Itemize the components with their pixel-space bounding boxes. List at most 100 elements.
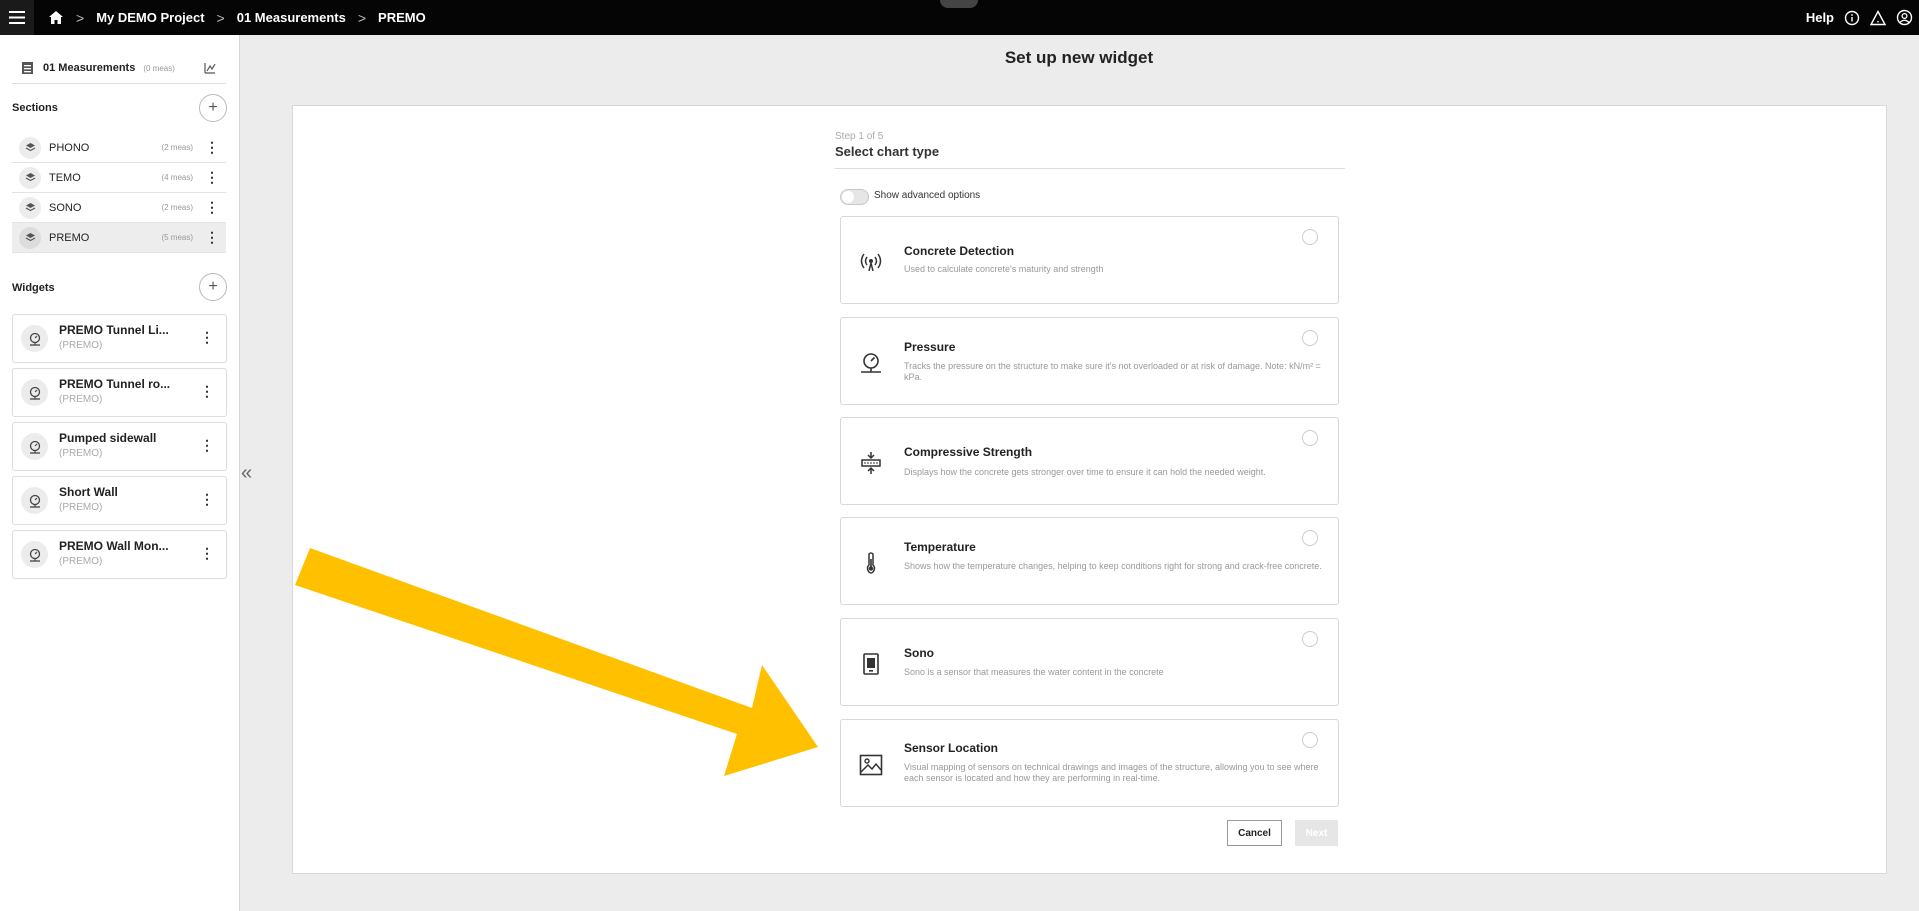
chart-edit-icon[interactable] [204,62,216,74]
breadcrumb-measurements[interactable]: 01 Measurements [237,10,346,25]
option-radio[interactable] [1302,631,1318,647]
widget-subtitle: (PREMO) [59,502,103,513]
breadcrumb-separator: > [357,9,367,26]
cancel-button[interactable]: Cancel [1227,820,1282,846]
layers-icon [19,196,41,219]
widget-subtitle: (PREMO) [59,340,103,351]
thermometer-icon [859,551,883,575]
widget-item[interactable]: PREMO Tunnel Li... (PREMO) ⋮ [12,314,227,363]
breadcrumb-separator: > [76,9,85,26]
option-radio[interactable] [1302,530,1318,546]
section-item-phono[interactable]: PHONO (2 meas) ⋮ [12,133,226,163]
sections-heading: Sections [12,102,58,114]
add-section-button[interactable]: + [199,94,227,122]
widget-item[interactable]: Pumped sidewall (PREMO) ⋮ [12,422,227,471]
widget-title: Pumped sidewall [59,431,157,445]
layers-icon [19,136,41,159]
more-options-icon[interactable]: ⋮ [200,329,214,346]
widget-title: PREMO Wall Mon... [59,539,169,553]
more-options-icon[interactable]: ⋮ [205,229,219,246]
option-title: Sono [904,646,934,660]
user-icon[interactable] [1896,9,1913,26]
section-name: SONO [49,201,82,214]
chart-type-option-pressure[interactable]: Pressure Tracks the pressure on the stru… [840,317,1339,405]
chart-type-option-compressive-strength[interactable]: Compressive Strength Displays how the co… [840,417,1339,505]
pressure-gauge-icon [859,351,883,375]
section-name: TEMO [49,171,81,184]
section-item-temo[interactable]: TEMO (4 meas) ⋮ [12,163,226,193]
layers-icon [19,166,41,189]
signal-icon [859,250,883,274]
widget-item[interactable]: PREMO Wall Mon... (PREMO) ⋮ [12,530,227,579]
widget-item[interactable]: PREMO Tunnel ro... (PREMO) ⋮ [12,368,227,417]
measurement-group-row[interactable]: 01 Measurements (0 meas) [12,53,226,84]
sono-sensor-icon [859,652,883,676]
widgets-heading: Widgets [12,282,55,294]
option-description: Tracks the pressure on the structure to … [904,361,1321,382]
option-title: Pressure [904,340,956,354]
section-count: (5 meas) [161,233,193,242]
window-notch [940,0,978,8]
menu-icon[interactable] [0,0,34,35]
widget-item[interactable]: Short Wall (PREMO) ⋮ [12,476,227,525]
topbar-actions: Help [1806,0,1913,35]
option-title: Temperature [904,540,976,554]
more-options-icon[interactable]: ⋮ [200,545,214,562]
image-icon [859,753,883,777]
section-count: (4 meas) [161,173,193,182]
alert-icon[interactable] [1870,9,1886,26]
widget-subtitle: (PREMO) [59,448,103,459]
option-description: Displays how the concrete gets stronger … [904,467,1266,477]
option-radio[interactable] [1302,330,1318,346]
breadcrumb-separator: > [216,9,225,26]
breadcrumb-project[interactable]: My DEMO Project [96,10,204,25]
option-radio[interactable] [1302,430,1318,446]
pressure-gauge-icon [21,541,48,568]
widget-title: PREMO Tunnel Li... [59,323,169,337]
section-name: PHONO [49,141,90,154]
more-options-icon[interactable]: ⋮ [205,139,219,156]
section-count: (2 meas) [161,203,193,212]
measurement-group-name: 01 Measurements [43,62,136,74]
section-count: (2 meas) [161,143,193,152]
add-widget-button[interactable]: + [199,273,227,301]
table-icon [22,62,33,74]
collapse-sidebar-icon[interactable]: « [241,462,252,485]
more-options-icon[interactable]: ⋮ [205,169,219,186]
section-name: PREMO [49,231,90,244]
more-options-icon[interactable]: ⋮ [200,491,214,508]
option-radio[interactable] [1302,732,1318,748]
breadcrumb: > My DEMO Project > 01 Measurements > PR… [40,10,426,26]
option-description: Shows how the temperature changes, helpi… [904,561,1322,571]
more-options-icon[interactable]: ⋮ [200,383,214,400]
pressure-gauge-icon [21,379,48,406]
option-title: Sensor Location [904,741,999,755]
page-title: Set up new widget [1004,48,1154,67]
widget-subtitle: (PREMO) [59,394,103,405]
pressure-gauge-icon [21,487,48,514]
home-icon[interactable] [48,10,64,25]
measurement-count: (0 meas) [143,63,175,73]
option-radio[interactable] [1302,229,1318,245]
more-options-icon[interactable]: ⋮ [200,437,214,454]
section-item-sono[interactable]: SONO (2 meas) ⋮ [12,193,226,223]
chart-type-option-sono[interactable]: Sono Sono is a sensor that measures the … [840,618,1339,706]
next-button[interactable]: Next [1295,820,1338,846]
chart-type-option-concrete-detection[interactable]: Concrete Detection Used to calculate con… [840,216,1339,304]
option-title: Concrete Detection [904,244,1015,258]
option-description: Visual mapping of sensors on technical d… [904,762,1319,783]
breadcrumb-section[interactable]: PREMO [378,10,426,25]
chart-type-option-temperature[interactable]: Temperature Shows how the temperature ch… [840,517,1339,605]
section-item-premo[interactable]: PREMO (5 meas) ⋮ [12,223,226,253]
option-description: Sono is a sensor that measures the water… [904,667,1164,677]
chart-type-option-sensor-location[interactable]: Sensor Location Visual mapping of sensor… [840,719,1339,807]
layers-icon [19,226,41,249]
more-options-icon[interactable]: ⋮ [205,199,219,216]
info-icon[interactable] [1844,10,1860,26]
advanced-options-toggle[interactable] [840,189,869,205]
option-description: Used to calculate concrete's maturity an… [904,264,1104,274]
step-title: Select chart type [835,144,940,159]
pressure-gauge-icon [21,433,48,460]
help-link[interactable]: Help [1806,10,1834,25]
divider [835,168,1345,169]
